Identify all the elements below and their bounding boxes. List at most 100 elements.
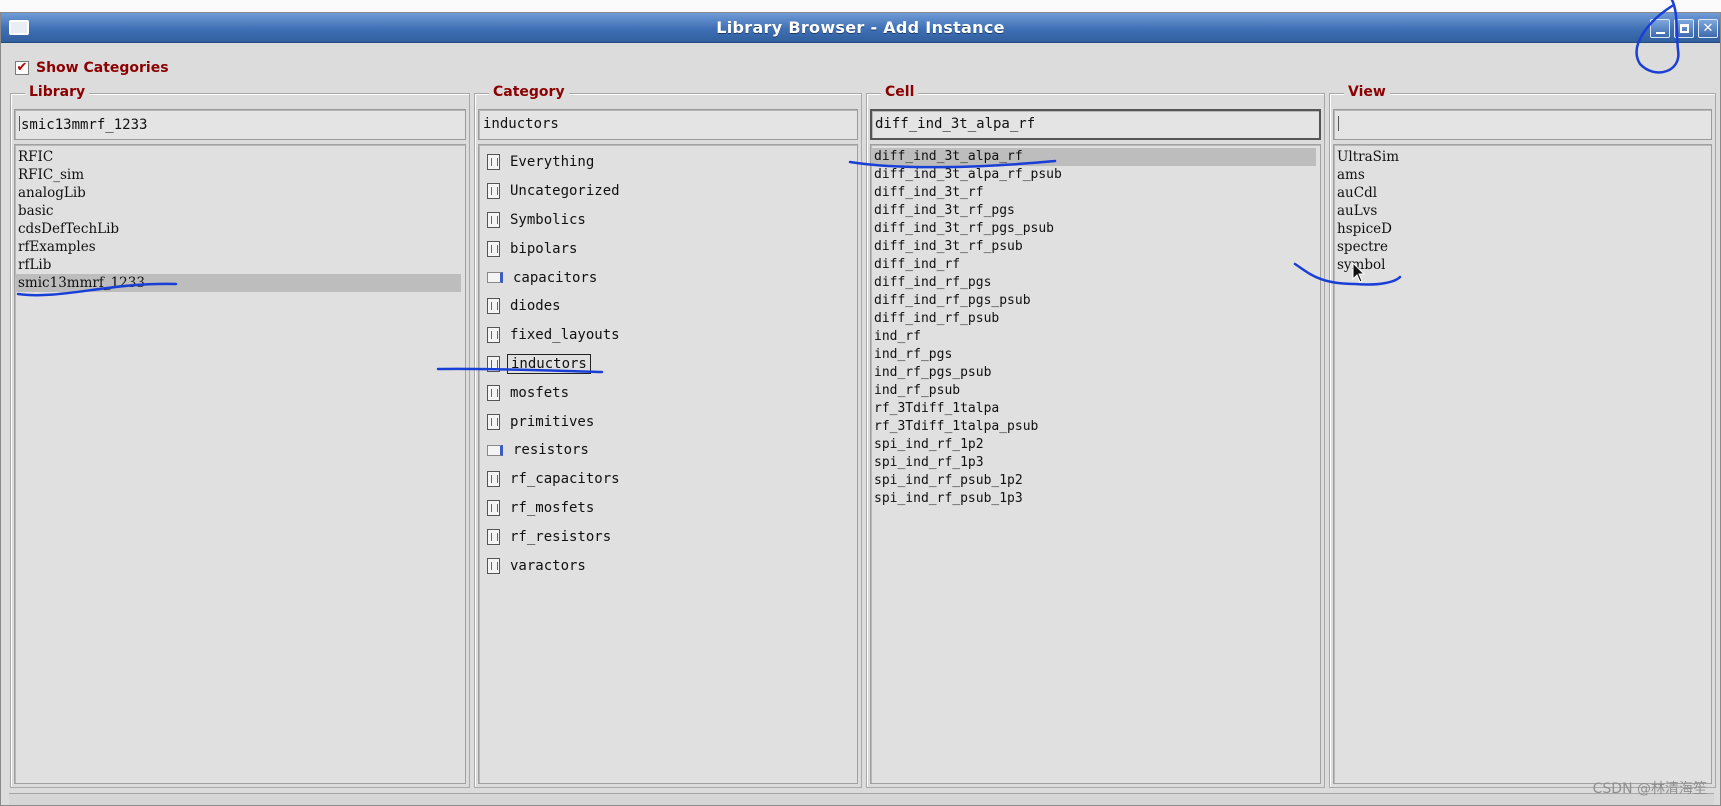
status-bar: [9, 793, 1714, 805]
category-doc-icon: [487, 327, 500, 344]
cell-item[interactable]: diff_ind_3t_rf_psub: [871, 238, 1320, 256]
category-item[interactable]: bipolars: [479, 234, 857, 263]
cell-item[interactable]: spi_ind_rf_1p3: [871, 454, 1320, 472]
view-item[interactable]: hspiceD: [1334, 220, 1711, 238]
window-title: Library Browser - Add Instance: [716, 18, 1005, 37]
text-caret: [1338, 116, 1339, 131]
library-field[interactable]: smic13mmrf_1233: [14, 109, 466, 140]
category-item[interactable]: diodes: [479, 292, 857, 321]
category-item-label: primitives: [510, 413, 595, 430]
view-item[interactable]: spectre: [1334, 238, 1711, 256]
close-button[interactable]: ✕: [1698, 19, 1718, 38]
library-item[interactable]: analogLib: [15, 184, 465, 202]
view-item[interactable]: auCdl: [1334, 184, 1711, 202]
category-list[interactable]: Everything Uncategorized Symbolics bipolars…: [478, 144, 858, 784]
view-item[interactable]: auLvs: [1334, 202, 1711, 220]
category-item-label: resistors: [513, 442, 589, 459]
category-item-label: mosfets: [510, 384, 570, 401]
library-item[interactable]: rfLib: [15, 256, 465, 274]
category-item-label: rf_mosfets: [510, 499, 595, 516]
view-item[interactable]: ams: [1334, 166, 1711, 184]
cell-item[interactable]: diff_ind_rf_pgs: [871, 274, 1320, 292]
category-pane-label: Category: [489, 84, 569, 100]
category-field-value: inductors: [483, 116, 559, 132]
category-item[interactable]: Symbolics: [479, 206, 857, 235]
category-item-label: capacitors: [513, 269, 598, 286]
library-field-value: smic13mmrf_1233: [21, 117, 148, 133]
view-list[interactable]: UltraSim ams auCdl auLvs hspiceD spectre symbo…: [1333, 144, 1712, 784]
cell-item[interactable]: diff_ind_3t_rf_pgs: [871, 202, 1320, 220]
category-item-label: varactors: [510, 557, 586, 574]
category-item[interactable]: Everything: [479, 148, 857, 177]
cell-item[interactable]: spi_ind_rf_psub_1p2: [871, 472, 1320, 490]
minimize-icon: [1656, 32, 1665, 34]
cell-field-value: diff_ind_3t_alpa_rf: [875, 116, 1036, 132]
category-item[interactable]: inductors: [479, 350, 857, 379]
show-categories-checkbox[interactable]: ✔: [15, 61, 29, 75]
category-item-label: Symbolics: [510, 211, 586, 228]
library-item[interactable]: rfExamples: [15, 238, 465, 256]
show-categories-toggle[interactable]: ✔ Show Categories: [15, 58, 169, 78]
category-item[interactable]: rf_capacitors: [479, 465, 857, 494]
category-doc-icon: [487, 154, 500, 171]
category-doc-icon: [487, 384, 500, 401]
category-item[interactable]: rf_resistors: [479, 522, 857, 551]
category-item-label: diodes: [510, 298, 561, 315]
cell-item[interactable]: diff_ind_3t_alpa_rf_psub: [871, 166, 1320, 184]
library-item[interactable]: smic13mmrf_1233: [15, 274, 461, 292]
library-list[interactable]: RFIC RFIC_sim analogLib basic cdsDefTechLib r…: [14, 144, 466, 784]
cell-item[interactable]: diff_ind_rf: [871, 256, 1320, 274]
cell-item[interactable]: diff_ind_3t_alpa_rf: [871, 148, 1316, 166]
library-item[interactable]: cdsDefTechLib: [15, 220, 465, 238]
cell-item[interactable]: ind_rf_psub: [871, 382, 1320, 400]
library-browser-window: Library Browser - Add Instance ✕ ✔ Show …: [0, 12, 1721, 806]
cell-item[interactable]: ind_rf_pgs: [871, 346, 1320, 364]
close-icon: ✕: [1702, 21, 1714, 36]
cell-list[interactable]: diff_ind_3t_alpa_rf diff_ind_3t_alpa_rf_p…: [870, 144, 1321, 784]
view-item[interactable]: symbol: [1334, 256, 1711, 274]
desktop-strip: [0, 0, 1721, 12]
cell-item[interactable]: diff_ind_rf_psub: [871, 310, 1320, 328]
library-pane: Library smic13mmrf_1233 RFIC RFIC_sim anal…: [10, 84, 470, 788]
cell-item[interactable]: spi_ind_rf_1p2: [871, 436, 1320, 454]
category-item[interactable]: primitives: [479, 407, 857, 436]
category-item[interactable]: fixed_layouts: [479, 321, 857, 350]
library-item[interactable]: basic: [15, 202, 465, 220]
category-field[interactable]: inductors: [478, 109, 858, 140]
cell-item[interactable]: diff_ind_rf_pgs_psub: [871, 292, 1320, 310]
category-doc-icon: [487, 298, 500, 315]
category-item-label: rf_capacitors: [510, 471, 620, 488]
minimize-button[interactable]: [1650, 19, 1670, 38]
library-item[interactable]: RFIC_sim: [15, 166, 465, 184]
category-doc-icon: [487, 211, 500, 228]
cell-item[interactable]: diff_ind_3t_rf: [871, 184, 1320, 202]
category-item[interactable]: mosfets: [479, 378, 857, 407]
library-pane-label: Library: [25, 84, 90, 100]
category-item[interactable]: capacitors: [479, 263, 857, 292]
cell-item[interactable]: rf_3Tdiff_1talpa: [871, 400, 1320, 418]
cell-item[interactable]: ind_rf: [871, 328, 1320, 346]
category-doc-icon: [487, 355, 500, 372]
cell-item[interactable]: ind_rf_pgs_psub: [871, 364, 1320, 382]
title-bar[interactable]: Library Browser - Add Instance ✕: [1, 13, 1720, 43]
category-empty-icon: [487, 272, 503, 284]
cell-item[interactable]: spi_ind_rf_psub_1p3: [871, 490, 1320, 508]
view-item[interactable]: UltraSim: [1334, 148, 1711, 166]
category-item-label: bipolars: [510, 240, 578, 257]
category-item[interactable]: varactors: [479, 551, 857, 580]
category-item[interactable]: Uncategorized: [479, 177, 857, 206]
view-field[interactable]: [1333, 109, 1712, 140]
maximize-button[interactable]: [1674, 19, 1694, 38]
cell-pane: Cell diff_ind_3t_alpa_rf diff_ind_3t_alp…: [866, 84, 1325, 788]
category-item[interactable]: resistors: [479, 436, 857, 465]
cell-field[interactable]: diff_ind_3t_alpa_rf: [870, 109, 1321, 140]
category-doc-icon: [487, 413, 500, 430]
library-item[interactable]: RFIC: [15, 148, 465, 166]
category-doc-icon: [487, 183, 500, 200]
view-pane: View UltraSim ams auCdl auLvs hspiceD spectre…: [1329, 84, 1716, 788]
cell-item[interactable]: diff_ind_3t_rf_pgs_psub: [871, 220, 1320, 238]
cell-item[interactable]: rf_3Tdiff_1talpa_psub: [871, 418, 1320, 436]
category-item-label: Uncategorized: [510, 183, 620, 200]
category-item[interactable]: rf_mosfets: [479, 494, 857, 523]
mouse-pointer-icon: [1352, 262, 1366, 283]
